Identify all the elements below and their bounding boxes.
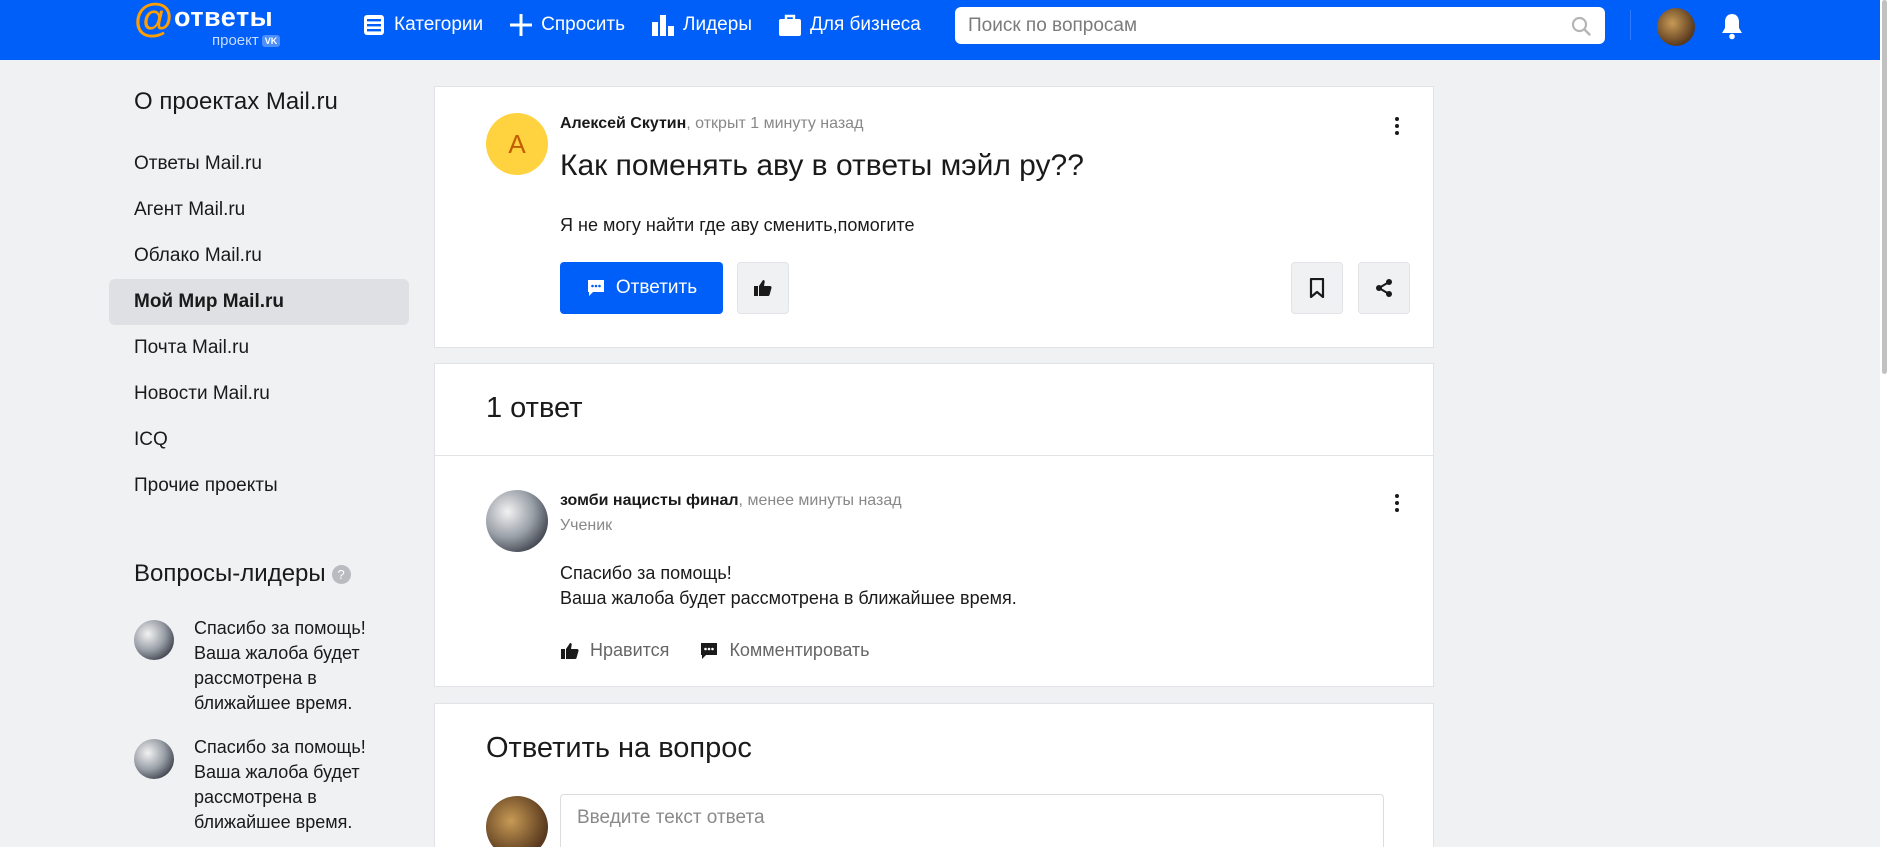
thumbs-up-icon: [561, 642, 579, 659]
answers-count: 1 ответ: [486, 392, 583, 424]
answer-body: Спасибо за помощь! Ваша жалоба будет рас…: [560, 561, 1017, 611]
sidebar-title: О проектах Mail.ru: [134, 88, 338, 115]
nav-categories[interactable]: Категории: [362, 13, 483, 37]
leader-question[interactable]: Спасибо за помощь! Ваша жалоба будет рас…: [134, 735, 394, 845]
reply-card: Ответить на вопрос: [434, 703, 1434, 847]
answer-actions: Нравится Комментировать: [560, 640, 900, 661]
sidebar-item-icq[interactable]: ICQ: [109, 417, 409, 463]
answer-body-line: Спасибо за помощь!: [560, 563, 732, 583]
logo-sub-text: проект: [212, 32, 259, 49]
leader-question[interactable]: Спасибо за помощь! Ваша жалоба будет рас…: [134, 616, 394, 726]
comment-icon: [587, 280, 604, 296]
answer-button-label: Ответить: [615, 277, 698, 298]
question-meta: Алексей Скутин, открыт 1 минуту назад: [560, 115, 863, 133]
answers-divider: [435, 455, 1433, 456]
sidebar-list: Ответы Mail.ru Агент Mail.ru Облако Mail…: [109, 141, 409, 509]
answer-meta: зомби нацисты финал, менее минуты назад: [560, 492, 902, 510]
sidebar-item-otvety[interactable]: Ответы Mail.ru: [109, 141, 409, 187]
vk-badge: VK: [261, 35, 281, 48]
like-answer-button[interactable]: Нравится: [560, 640, 669, 661]
question-more-icon[interactable]: [1394, 117, 1400, 138]
like-label: Нравится: [590, 640, 670, 660]
answer-author-rank: Ученик: [560, 517, 613, 534]
leaders-title: Вопросы-лидеры?: [134, 560, 351, 588]
reply-user-avatar: [486, 796, 548, 847]
list-icon: [364, 15, 384, 35]
comment-answer-button[interactable]: Комментировать: [699, 640, 870, 661]
bookmark-button[interactable]: [1291, 262, 1343, 314]
sidebar-item-cloud[interactable]: Облако Mail.ru: [109, 233, 409, 279]
like-question-button[interactable]: [737, 262, 789, 314]
answer-more-icon[interactable]: [1394, 494, 1400, 515]
question-time: , открыт 1 минуту назад: [686, 115, 864, 132]
nav-business[interactable]: Для бизнеса: [778, 13, 921, 37]
nav-label: Лидеры: [683, 14, 752, 35]
leader-question-text[interactable]: Спасибо за помощь! Ваша жалоба будет рас…: [194, 735, 394, 835]
briefcase-icon: [778, 14, 801, 36]
user-avatar[interactable]: [1657, 8, 1695, 46]
logo-text: ответы: [174, 2, 274, 32]
search-input[interactable]: [955, 7, 1545, 44]
sidebar-item-news[interactable]: Новости Mail.ru: [109, 371, 409, 417]
question-title: Как поменять аву в ответы мэйл ру??: [560, 149, 1084, 182]
answer-body-line: Ваша жалоба будет рассмотрена в ближайше…: [560, 588, 1017, 608]
header-divider: [1630, 10, 1631, 40]
question-author[interactable]: Алексей Скутин: [560, 115, 686, 132]
answer-time: , менее минуты назад: [738, 492, 902, 509]
nav-label: Категории: [394, 14, 484, 35]
search-box: [955, 7, 1605, 44]
leader-avatar: [134, 739, 174, 779]
thumbs-up-icon: [754, 280, 772, 296]
logo-subtitle: проект VK: [212, 32, 281, 49]
leaders-title-text: Вопросы-лидеры: [134, 560, 326, 587]
main-nav: Категории Спросить Лидеры Для бизнеса: [362, 0, 947, 50]
sidebar-item-other[interactable]: Прочие проекты: [109, 463, 409, 509]
comment-label: Комментировать: [729, 640, 870, 660]
answer-button[interactable]: Ответить: [560, 262, 723, 314]
bar-chart-icon: [652, 15, 675, 36]
sidebar-item-agent[interactable]: Агент Mail.ru: [109, 187, 409, 233]
leader-question-text[interactable]: Спасибо за помощь! Ваша жалоба будет рас…: [194, 616, 394, 716]
top-header: @ ответы проект VK Категории Спросить Лид…: [0, 0, 1880, 60]
question-author-avatar[interactable]: А: [486, 113, 548, 175]
reply-title: Ответить на вопрос: [486, 732, 752, 764]
nav-label: Спросить: [541, 14, 626, 35]
bell-icon[interactable]: [1720, 12, 1744, 40]
comment-icon: [701, 642, 718, 659]
nav-label: Для бизнеса: [809, 14, 921, 35]
nav-ask[interactable]: Спросить: [509, 13, 625, 37]
page-scrollbar-thumb[interactable]: [1882, 0, 1887, 374]
leader-avatar: [134, 620, 174, 660]
question-body: Я не могу найти где аву сменить,помогите: [560, 215, 915, 235]
search-icon[interactable]: [1571, 16, 1591, 36]
share-button[interactable]: [1358, 262, 1410, 314]
answer-author-avatar[interactable]: [486, 490, 548, 552]
answers-card: 1 ответ зомби нацисты финал, менее минут…: [434, 363, 1434, 687]
nav-leaders[interactable]: Лидеры: [651, 13, 752, 37]
answer-author[interactable]: зомби нацисты финал: [560, 492, 739, 509]
sidebar-item-mail[interactable]: Почта Mail.ru: [109, 325, 409, 371]
plus-icon: [510, 14, 533, 36]
reply-textarea[interactable]: [560, 794, 1384, 847]
question-card: А Алексей Скутин, открыт 1 минуту назад …: [434, 86, 1434, 348]
logo-at-icon: @: [134, 0, 174, 40]
help-icon[interactable]: ?: [331, 565, 351, 585]
share-icon: [1376, 279, 1392, 297]
sidebar-item-moy-mir[interactable]: Мой Мир Mail.ru: [109, 279, 409, 325]
bookmark-icon: [1309, 278, 1325, 298]
